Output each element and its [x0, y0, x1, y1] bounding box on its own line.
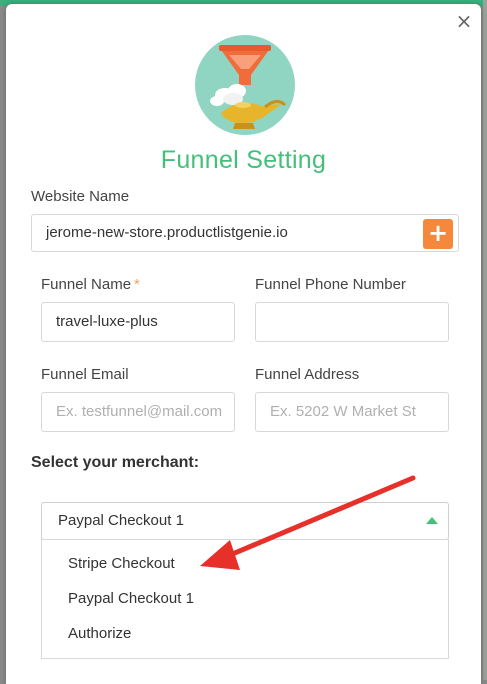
funnel-name-input[interactable]: travel-luxe-plus [41, 302, 235, 342]
funnel-email-placeholder: Ex. testfunnel@mail.com [56, 403, 223, 420]
merchant-label: Select your merchant: [31, 454, 200, 471]
backdrop-right-edge [483, 0, 487, 680]
website-name-value: jerome-new-store.productlistgenie.io [46, 224, 288, 241]
merchant-dropdown-list: Stripe Checkout Paypal Checkout 1 Author… [41, 539, 449, 659]
modal-title: Funnel Setting [160, 146, 327, 174]
funnel-address-input[interactable]: Ex. 5202 W Market St [255, 392, 449, 432]
required-marker: * [134, 276, 140, 293]
merchant-option-stripe[interactable]: Stripe Checkout [68, 552, 175, 576]
funnel-phone-label: Funnel Phone Number [255, 276, 406, 293]
funnel-name-label-text: Funnel Name [41, 276, 132, 293]
caret-up-icon [426, 517, 438, 524]
merchant-selected-value: Paypal Checkout 1 [58, 512, 184, 529]
funnel-phone-input[interactable] [255, 302, 449, 342]
funnel-name-value: travel-luxe-plus [56, 313, 158, 330]
website-name-field[interactable]: jerome-new-store.productlistgenie.io + [31, 214, 459, 252]
funnel-email-input[interactable]: Ex. testfunnel@mail.com [41, 392, 235, 432]
merchant-option-authorize[interactable]: Authorize [68, 622, 131, 646]
funnel-address-placeholder: Ex. 5202 W Market St [270, 403, 416, 420]
add-website-button[interactable]: + [423, 219, 453, 249]
website-name-label: Website Name [31, 188, 130, 205]
merchant-select[interactable]: Paypal Checkout 1 [41, 502, 449, 540]
funnel-genie-logo [195, 35, 295, 135]
funnel-name-label: Funnel Name * [41, 276, 140, 293]
funnel-setting-modal: × Funnel Setting Website Name jerome-new… [6, 4, 481, 684]
funnel-address-label: Funnel Address [255, 366, 360, 383]
funnel-email-label: Funnel Email [41, 366, 129, 383]
merchant-option-paypal[interactable]: Paypal Checkout 1 [68, 587, 194, 611]
close-icon[interactable]: × [453, 10, 475, 32]
plus-icon: + [427, 219, 449, 247]
